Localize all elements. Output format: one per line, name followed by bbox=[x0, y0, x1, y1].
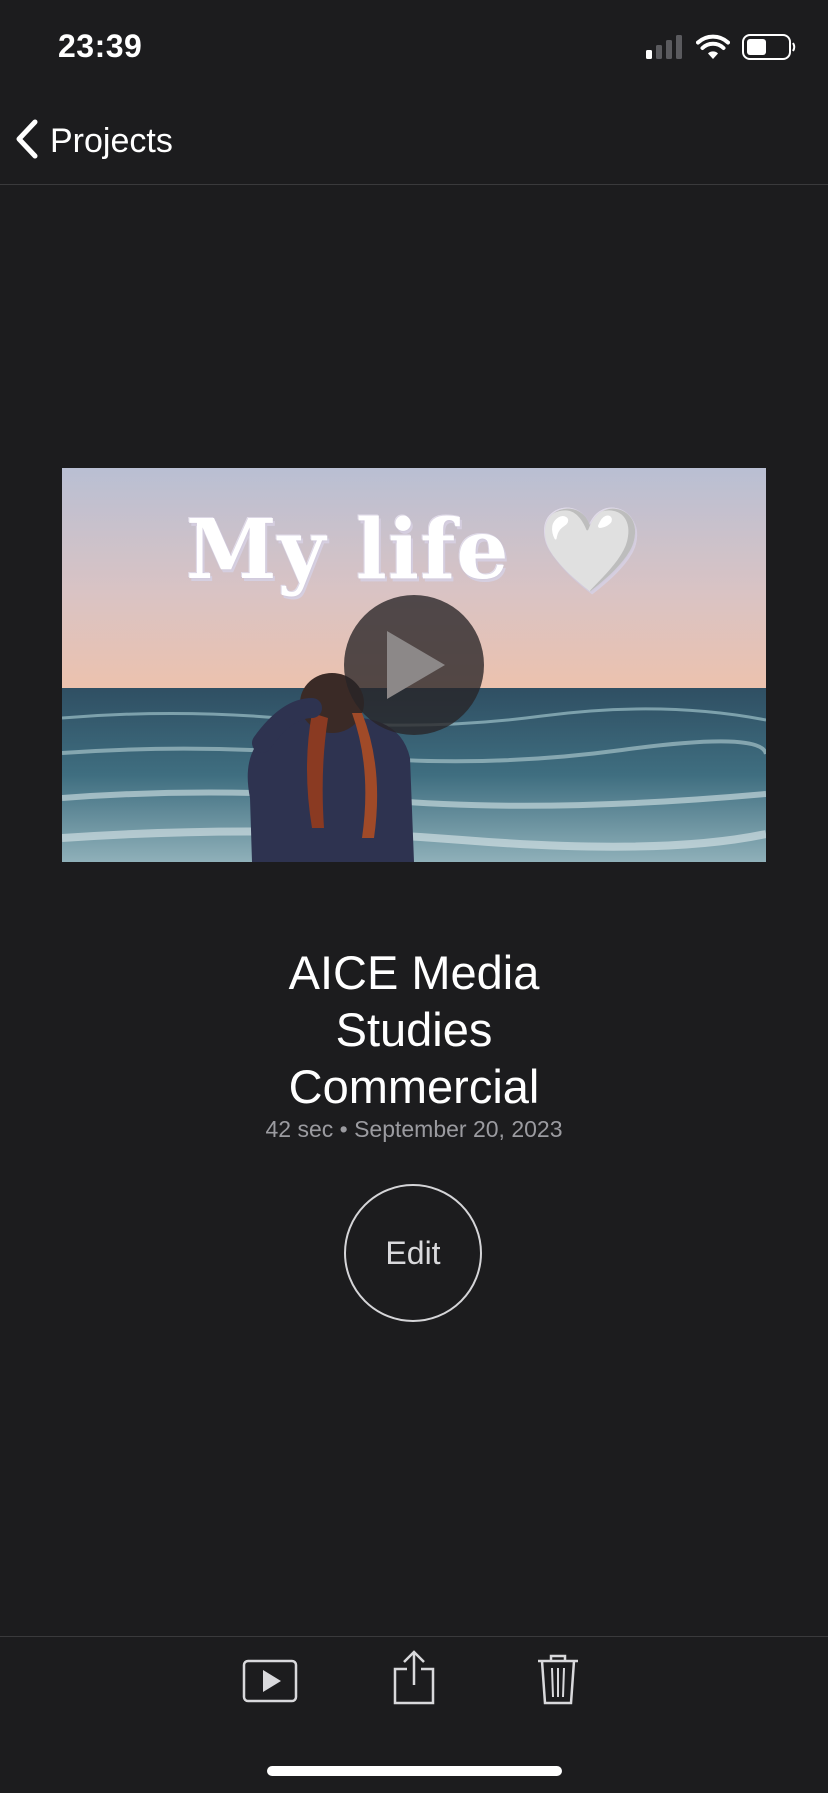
edit-button[interactable]: Edit bbox=[344, 1184, 482, 1322]
back-button[interactable]: Projects bbox=[14, 118, 173, 165]
project-title-line: Commercial bbox=[288, 1060, 540, 1113]
play-icon bbox=[379, 627, 449, 703]
video-thumbnail[interactable]: My life 🤍 bbox=[62, 468, 766, 862]
play-preview-icon bbox=[242, 1659, 298, 1707]
project-title: AICE Media Studies Commercial bbox=[0, 944, 828, 1115]
cellular-signal-icon bbox=[646, 35, 684, 64]
play-preview-button[interactable] bbox=[242, 1659, 298, 1708]
share-icon bbox=[393, 1650, 435, 1709]
status-icons bbox=[646, 34, 796, 65]
wifi-icon bbox=[696, 34, 730, 65]
nav-bar: Projects bbox=[0, 100, 828, 185]
back-label: Projects bbox=[50, 122, 173, 160]
thumbnail-overlay-text: My life 🤍 bbox=[185, 502, 643, 598]
chevron-left-icon bbox=[14, 118, 40, 165]
battery-icon bbox=[742, 34, 796, 65]
project-title-line: Studies bbox=[335, 1003, 493, 1056]
delete-button[interactable] bbox=[536, 1653, 580, 1710]
home-indicator[interactable] bbox=[267, 1766, 562, 1776]
project-meta: 42 sec • September 20, 2023 bbox=[265, 1116, 563, 1142]
trash-icon bbox=[536, 1654, 580, 1709]
status-bar: 23:39 bbox=[0, 0, 828, 100]
play-button[interactable] bbox=[344, 595, 484, 735]
share-button[interactable] bbox=[393, 1649, 435, 1710]
project-title-line: AICE Media bbox=[288, 946, 540, 999]
status-time: 23:39 bbox=[58, 28, 143, 64]
